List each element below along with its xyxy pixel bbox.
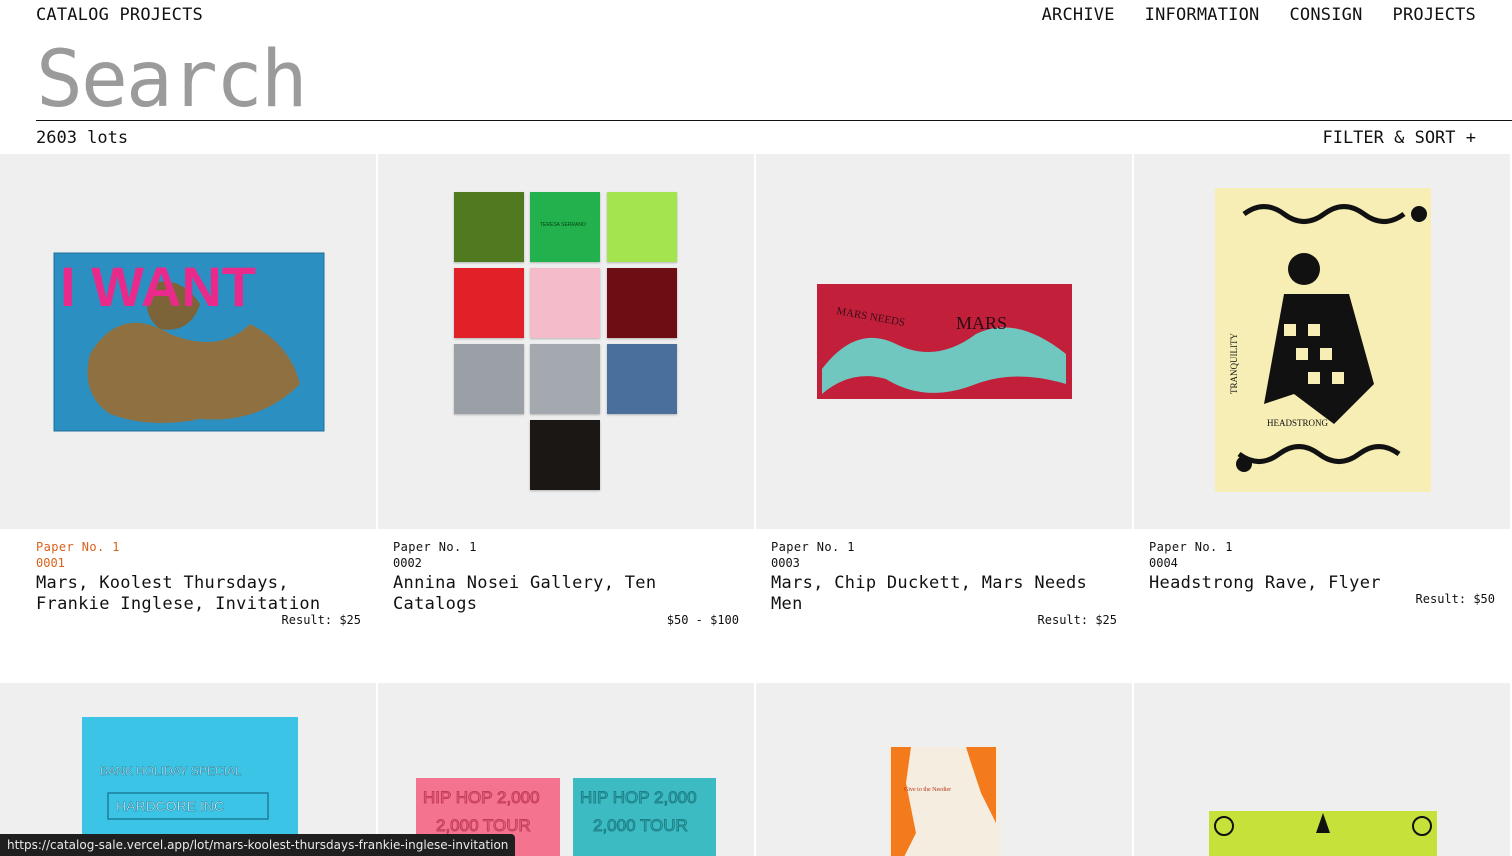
catalog-swatch	[530, 420, 600, 490]
svg-text:HIP HOP 2,000: HIP HOP 2,000	[580, 788, 697, 807]
svg-text:MARS: MARS	[956, 313, 1007, 333]
lot-card[interactable]: BANK HOLIDAY SPECIAL HARDCORE INC	[0, 683, 376, 856]
lot-price: Result: $50	[1415, 592, 1495, 606]
catalog-swatch	[607, 344, 677, 414]
lot-card[interactable]: HIP HOP 2,000 HIP HOP 2,000 2,000 TOUR 2…	[378, 683, 754, 856]
svg-text:2,000 TOUR: 2,000 TOUR	[593, 816, 688, 835]
nav-archive[interactable]: ARCHIVE	[1042, 5, 1115, 25]
lot-image[interactable]: MARS MARS NEEDS	[756, 154, 1132, 529]
lot-number: 0003	[771, 556, 800, 570]
catalog-swatch	[607, 268, 677, 338]
flyer-artwork: Give to the Needier	[888, 747, 1000, 856]
catalog-swatch	[530, 344, 600, 414]
svg-text:HARDCORE INC: HARDCORE INC	[116, 798, 224, 814]
svg-text:BANK HOLIDAY SPECIAL: BANK HOLIDAY SPECIAL	[100, 764, 242, 778]
lot-count: 2603 lots	[36, 128, 129, 148]
nav-projects[interactable]: PROJECTS	[1393, 5, 1476, 25]
search-input[interactable]	[36, 38, 936, 122]
lot-number: 0002	[393, 556, 422, 570]
lot-number: 0004	[1149, 556, 1178, 570]
svg-text:HIP HOP 2,000: HIP HOP 2,000	[423, 788, 540, 807]
top-bar: CATALOG PROJECTS ARCHIVE INFORMATION CON…	[36, 4, 1476, 26]
lot-number: 0001	[36, 556, 65, 570]
link-preview-statusbar: https://catalog-sale.vercel.app/lot/mars…	[0, 834, 516, 856]
catalog-swatch	[530, 268, 600, 338]
catalog-swatch	[454, 268, 524, 338]
lot-collection: Paper No. 1	[1149, 540, 1233, 554]
nav-information[interactable]: INFORMATION	[1145, 5, 1260, 25]
svg-text:HEADSTRONG: HEADSTRONG	[1267, 418, 1329, 428]
catalog-swatch: TERESA SERRANO	[530, 192, 600, 262]
flyer-artwork	[1209, 811, 1437, 856]
results-bar: 2603 lots FILTER & SORT +	[36, 127, 1476, 149]
lot-price: $50 - $100	[666, 613, 739, 627]
invitation-artwork: I WANT	[53, 252, 325, 432]
flyer-artwork: BANK HOLIDAY SPECIAL HARDCORE INC	[82, 717, 298, 856]
catalog-swatch	[607, 192, 677, 262]
svg-text:TRANQUILITY: TRANQUILITY	[1229, 333, 1239, 394]
svg-text:I WANT: I WANT	[60, 255, 256, 318]
lot-image[interactable]: HIP HOP 2,000 HIP HOP 2,000 2,000 TOUR 2…	[378, 683, 754, 856]
lot-grid: I WANT Paper No. 1 0001 Mars, Koolest Th…	[0, 154, 1512, 856]
rave-flyer-artwork: TRANQUILITY HEADSTRONG	[1215, 188, 1431, 492]
main-nav: ARCHIVE INFORMATION CONSIGN PROJECTS	[1042, 5, 1476, 25]
flyer-artwork: MARS MARS NEEDS	[817, 284, 1072, 399]
lot-title[interactable]: Mars, Chip Duckett, Mars Needs Men	[771, 573, 1117, 615]
filter-sort-button[interactable]: FILTER & SORT +	[1322, 128, 1476, 148]
lot-image[interactable]	[1134, 683, 1510, 856]
nav-consign[interactable]: CONSIGN	[1289, 5, 1362, 25]
brand-logo[interactable]: CATALOG PROJECTS	[36, 5, 203, 25]
lot-card[interactable]: MARS MARS NEEDS Paper No. 1 0003 Mars, C…	[756, 154, 1132, 683]
lot-collection: Paper No. 1	[393, 540, 477, 554]
search-underline	[36, 120, 1512, 121]
lot-price: Result: $25	[281, 613, 361, 627]
catalog-swatch	[454, 344, 524, 414]
lot-card[interactable]: Give to the Needier	[756, 683, 1132, 856]
flyer-artwork: HIP HOP 2,000 HIP HOP 2,000 2,000 TOUR 2…	[416, 778, 716, 856]
lot-title[interactable]: Mars, Koolest Thursdays, Frankie Inglese…	[36, 573, 361, 615]
lot-image[interactable]: BANK HOLIDAY SPECIAL HARDCORE INC	[0, 683, 376, 856]
lot-collection: Paper No. 1	[771, 540, 855, 554]
lot-image[interactable]: TRANQUILITY HEADSTRONG	[1134, 154, 1510, 529]
catalog-swatch	[454, 192, 524, 262]
lot-collection: Paper No. 1	[36, 540, 120, 554]
lot-card[interactable]: TRANQUILITY HEADSTRONG Paper No. 1 0004 …	[1134, 154, 1510, 683]
svg-text:Give to the Needier: Give to the Needier	[904, 787, 951, 793]
lot-card[interactable]	[1134, 683, 1510, 856]
lot-card[interactable]: TERESA SERRANO Paper No. 1 0002 Annina N…	[378, 154, 754, 683]
lot-title[interactable]: Headstrong Rave, Flyer	[1149, 573, 1495, 594]
lot-card[interactable]: I WANT Paper No. 1 0001 Mars, Koolest Th…	[0, 154, 376, 683]
svg-text:2,000 TOUR: 2,000 TOUR	[436, 816, 531, 835]
lot-price: Result: $25	[1037, 613, 1117, 627]
lot-title[interactable]: Annina Nosei Gallery, Ten Catalogs	[393, 573, 739, 615]
lot-image[interactable]: TERESA SERRANO	[378, 154, 754, 529]
lot-image[interactable]: I WANT	[0, 154, 376, 529]
lot-image[interactable]: Give to the Needier	[756, 683, 1132, 856]
